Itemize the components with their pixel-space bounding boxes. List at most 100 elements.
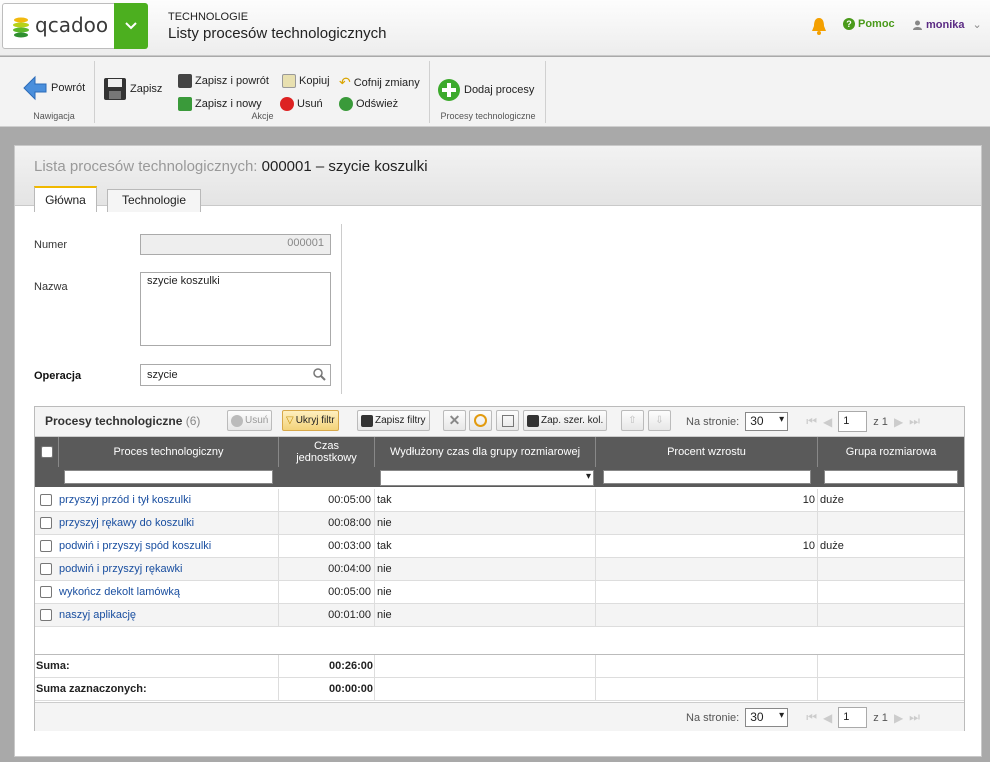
row-process-name[interactable]: podwiń i przyszyj spód koszulki (59, 535, 279, 557)
form-title-prefix: Lista procesów technologicznych: (34, 158, 258, 175)
undo-changes-button[interactable]: ↶ Cofnij zmiany (339, 74, 420, 91)
column-header-unit-time[interactable]: Czas jednostkowy (279, 437, 375, 467)
row-process-name[interactable]: przyszyj przód i tył koszulki (59, 489, 279, 511)
row-checkbox[interactable] (40, 494, 52, 506)
row-percent (596, 558, 818, 580)
first-page-icon[interactable]: ⏮ (806, 414, 817, 429)
tab-main[interactable]: Główna (34, 186, 97, 212)
tab-technologies[interactable]: Technologie (107, 189, 201, 212)
per-page-select[interactable]: 30 ▾ (745, 412, 789, 431)
ribbon-toolbar: Powrót Nawigacja Zapisz Zapisz i powrót … (0, 57, 990, 127)
last-page-icon[interactable]: ⏭ (909, 414, 920, 429)
sum-selected-value: 00:00:00 (279, 678, 375, 700)
operation-lookup[interactable]: szycie (140, 364, 331, 386)
hide-filter-button[interactable]: ▽ Ukryj filtr (282, 410, 339, 431)
logo-menu[interactable]: qcadoo (2, 3, 148, 49)
table-row[interactable]: przyszyj rękawy do koszulki 00:08:00 nie (35, 512, 964, 535)
undo-icon: ↶ (339, 74, 351, 90)
operation-label: Operacja (34, 370, 82, 382)
grid-delete-label: Usuń (245, 415, 269, 426)
row-process-name[interactable]: wykończ dekolt lamówką (59, 581, 279, 603)
row-percent (596, 512, 818, 534)
sum-selected-label: Suma zaznaczonych: (35, 678, 279, 700)
row-checkbox[interactable] (40, 586, 52, 598)
filter-size-group-input[interactable] (824, 470, 958, 484)
arrow-up-icon: ⇧ (628, 415, 637, 426)
page-input[interactable]: 1 (838, 411, 868, 432)
move-up-button[interactable]: ⇧ (621, 410, 644, 431)
help-link[interactable]: ? Pomoc (843, 18, 895, 30)
add-processes-button[interactable]: Dodaj procesy (437, 78, 534, 102)
name-field[interactable]: szycie koszulki (140, 272, 331, 346)
row-checkbox[interactable] (40, 540, 52, 552)
chevron-down-icon: ▾ (779, 710, 785, 721)
add-processes-label: Dodaj procesy (464, 84, 535, 96)
processes-grid: Procesy technologiczne (6) Usuń ▽ Ukryj … (34, 406, 965, 731)
row-checkbox[interactable] (40, 609, 52, 621)
prev-page-icon[interactable]: ◀ (823, 415, 832, 429)
select-all-checkbox[interactable] (40, 446, 53, 458)
row-extended: tak (375, 489, 596, 511)
clear-filters-button[interactable]: ✕ (443, 410, 466, 431)
move-down-button[interactable]: ⇩ (648, 410, 671, 431)
row-process-name[interactable]: naszyj aplikację (59, 604, 279, 626)
delete-button[interactable]: Usuń (280, 97, 323, 111)
next-page-icon[interactable]: ▶ (894, 415, 903, 429)
page-input[interactable]: 1 (838, 707, 868, 728)
row-percent (596, 604, 818, 626)
last-page-icon[interactable]: ⏭ (909, 710, 920, 725)
main-menu-button[interactable] (114, 3, 148, 49)
column-header-process[interactable]: Proces technologiczny (59, 437, 279, 467)
save-back-label: Zapisz i powrót (195, 75, 269, 87)
back-button[interactable]: Powrót (22, 75, 85, 101)
form-header: Lista procesów technologicznych: 000001 … (15, 146, 981, 212)
chevron-down-icon: ⌄ (972, 19, 982, 31)
per-page-select[interactable]: 30 ▾ (745, 708, 789, 727)
grid-delete-button[interactable]: Usuń (227, 410, 273, 431)
column-header-size-group[interactable]: Grupa rozmiarowa (818, 437, 964, 467)
row-checkbox[interactable] (40, 517, 52, 529)
number-field[interactable]: 000001 (140, 234, 331, 255)
floppy-disk-icon (361, 414, 373, 427)
save-button[interactable]: Zapisz (103, 77, 162, 101)
filter-extended-time-select[interactable]: ▾ (380, 470, 594, 486)
empty-row (35, 627, 964, 655)
row-unit-time: 00:01:00 (279, 604, 375, 626)
filter-icon: ▽ (286, 415, 294, 426)
save-column-widths-button[interactable]: Zap. szer. kol. (523, 410, 608, 431)
search-icon[interactable] (313, 368, 326, 381)
back-label: Powrót (51, 82, 86, 94)
save-filters-button[interactable]: Zapisz filtry (357, 410, 430, 431)
grid-column-headers: Proces technologiczny Czas jednostkowy W… (35, 437, 964, 487)
row-size-group (818, 512, 964, 534)
table-row[interactable]: przyszyj przód i tył koszulki 00:05:00 t… (35, 489, 964, 512)
refresh-button[interactable]: Odśwież (339, 97, 398, 111)
column-header-extended-time[interactable]: Wydłużony czas dla grupy rozmiarowej (375, 437, 596, 467)
table-row[interactable]: podwiń i przyszyj spód koszulki 00:03:00… (35, 535, 964, 558)
table-row[interactable]: naszyj aplikację 00:01:00 nie (35, 604, 964, 627)
grid-title: Procesy technologiczne (6) (45, 414, 200, 428)
column-header-increase-percent[interactable]: Procent wzrostu (596, 437, 818, 467)
row-process-name[interactable]: przyszyj rękawy do koszulki (59, 512, 279, 534)
save-and-new-button[interactable]: Zapisz i nowy (178, 97, 262, 111)
first-page-icon[interactable]: ⏮ (806, 710, 817, 725)
prev-page-icon[interactable]: ◀ (823, 711, 832, 725)
x-icon: ✕ (448, 412, 461, 428)
bell-icon[interactable] (811, 17, 827, 35)
copy-label: Kopiuj (299, 75, 330, 87)
reset-button[interactable] (469, 410, 492, 431)
user-menu[interactable]: monika ⌄ (913, 18, 982, 31)
filter-process-input[interactable] (64, 470, 273, 484)
save-and-back-button[interactable]: Zapisz i powrót (178, 74, 269, 88)
columns-button[interactable] (496, 410, 519, 431)
form-title-value: 000001 – szycie koszulki (261, 158, 428, 175)
filter-percent-input[interactable] (603, 470, 811, 484)
row-process-name[interactable]: podwiń i przyszyj rękawki (59, 558, 279, 580)
table-row[interactable]: podwiń i przyszyj rękawki 00:04:00 nie (35, 558, 964, 581)
next-page-icon[interactable]: ▶ (894, 711, 903, 725)
row-extended: nie (375, 558, 596, 580)
table-row[interactable]: wykończ dekolt lamówką 00:05:00 nie (35, 581, 964, 604)
copy-button[interactable]: Kopiuj (282, 74, 330, 88)
save-new-icon (178, 97, 192, 111)
row-checkbox[interactable] (40, 563, 52, 575)
